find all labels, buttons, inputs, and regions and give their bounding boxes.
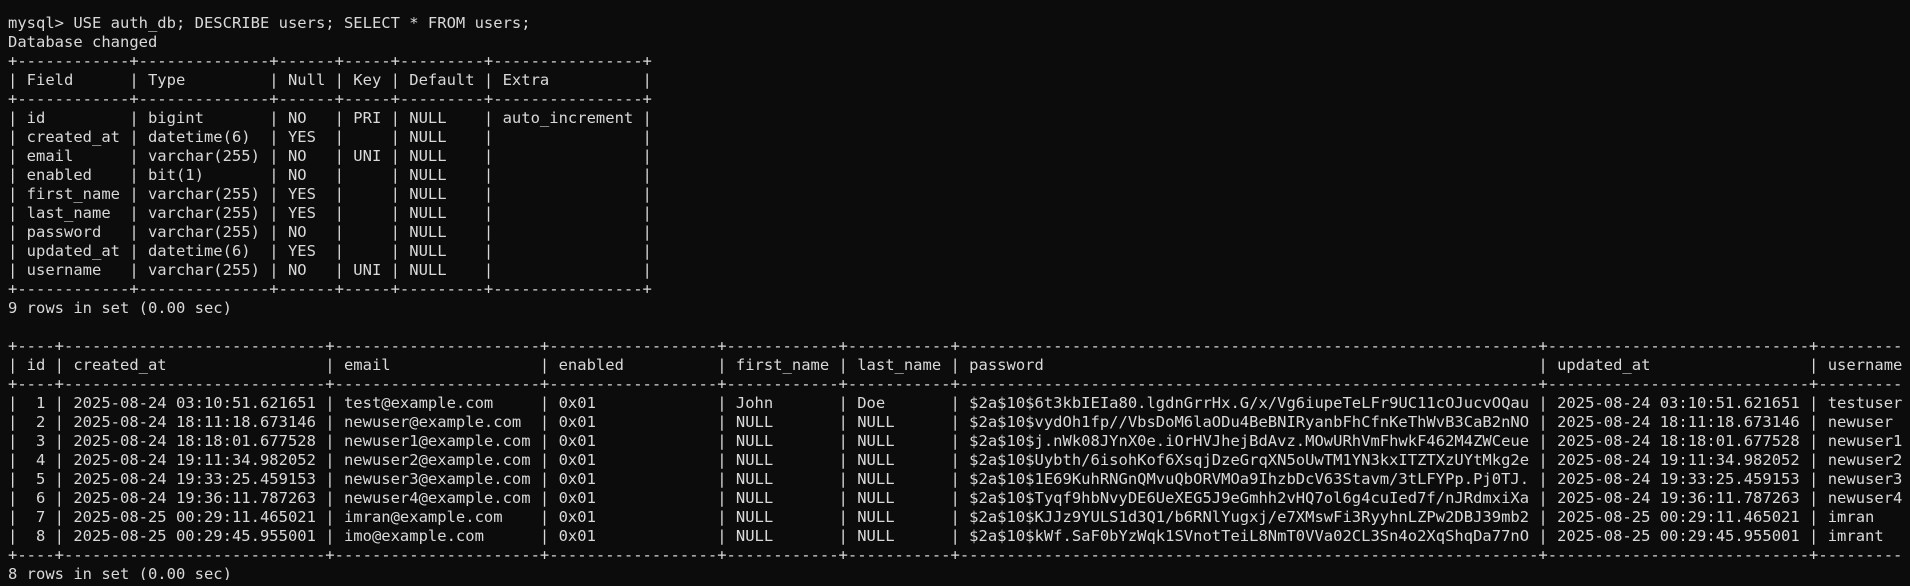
table-border: +----+----------------------------+-----… bbox=[8, 375, 1902, 393]
table-row: | id | bigint | NO | PRI | NULL | auto_i… bbox=[8, 109, 652, 127]
result-summary: 9 rows in set (0.00 sec) bbox=[8, 299, 232, 317]
table-border: +------------+--------------+------+----… bbox=[8, 280, 652, 298]
table-border: +----+----------------------------+-----… bbox=[8, 337, 1902, 355]
table-border: +----+----------------------------+-----… bbox=[8, 546, 1902, 564]
table-row: | 7 | 2025-08-25 00:29:11.465021 | imran… bbox=[8, 508, 1902, 526]
table-border: +------------+--------------+------+----… bbox=[8, 90, 652, 108]
table-row: | last_name | varchar(255) | YES | | NUL… bbox=[8, 204, 652, 222]
result-summary: 8 rows in set (0.00 sec) bbox=[8, 565, 232, 580]
table-row: | first_name | varchar(255) | YES | | NU… bbox=[8, 185, 652, 203]
table-header: | Field | Type | Null | Key | Default | … bbox=[8, 71, 652, 89]
table-row: | username | varchar(255) | NO | UNI | N… bbox=[8, 261, 652, 279]
terminal-output[interactable]: mysql> USE auth_db; DESCRIBE users; SELE… bbox=[8, 14, 1902, 580]
table-row: | updated_at | datetime(6) | YES | | NUL… bbox=[8, 242, 652, 260]
table-row: | 2 | 2025-08-24 18:11:18.673146 | newus… bbox=[8, 413, 1902, 431]
table-row: | created_at | datetime(6) | YES | | NUL… bbox=[8, 128, 652, 146]
table-row: | 1 | 2025-08-24 03:10:51.621651 | test@… bbox=[8, 394, 1902, 412]
status-message: Database changed bbox=[8, 33, 158, 51]
table-row: | email | varchar(255) | NO | UNI | NULL… bbox=[8, 147, 652, 165]
table-header: | id | created_at | email | enabled | fi… bbox=[8, 356, 1902, 374]
table-row: | enabled | bit(1) | NO | | NULL | | bbox=[8, 166, 652, 184]
table-border: +------------+--------------+------+----… bbox=[8, 52, 652, 70]
table-row: | password | varchar(255) | NO | | NULL … bbox=[8, 223, 652, 241]
table-row: | 4 | 2025-08-24 19:11:34.982052 | newus… bbox=[8, 451, 1902, 469]
table-row: | 8 | 2025-08-25 00:29:45.955001 | imo@e… bbox=[8, 527, 1902, 545]
table-row: | 3 | 2025-08-24 18:18:01.677528 | newus… bbox=[8, 432, 1902, 450]
table-row: | 5 | 2025-08-24 19:33:25.459153 | newus… bbox=[8, 470, 1902, 488]
command-prompt: mysql> USE auth_db; DESCRIBE users; SELE… bbox=[8, 14, 531, 32]
table-row: | 6 | 2025-08-24 19:36:11.787263 | newus… bbox=[8, 489, 1902, 507]
